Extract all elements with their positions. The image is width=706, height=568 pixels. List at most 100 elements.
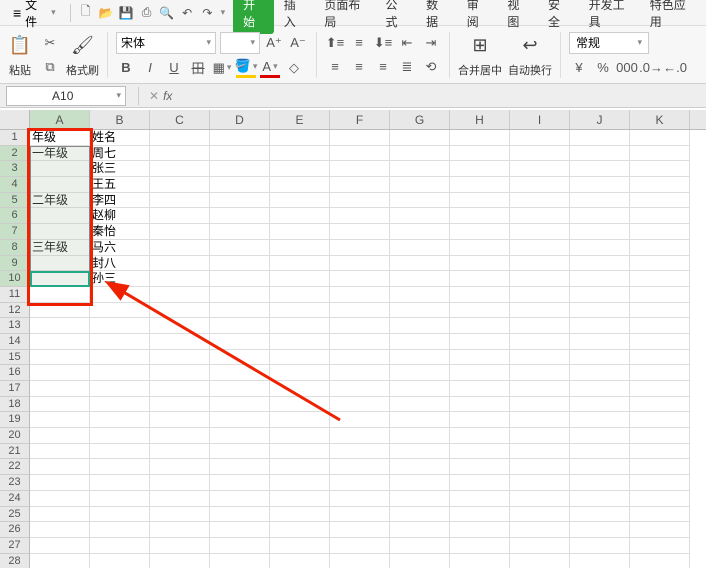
cell[interactable] bbox=[570, 193, 630, 209]
cell[interactable] bbox=[330, 177, 390, 193]
cell[interactable] bbox=[150, 475, 210, 491]
cell[interactable] bbox=[450, 397, 510, 413]
tab-start[interactable]: 开始 bbox=[233, 0, 274, 34]
increase-decimal-icon[interactable]: .0→ bbox=[641, 58, 661, 78]
cell[interactable] bbox=[510, 208, 570, 224]
col-header-D[interactable]: D bbox=[210, 110, 270, 129]
cell[interactable] bbox=[270, 193, 330, 209]
orientation-icon[interactable]: ⟲ bbox=[421, 57, 441, 77]
cell[interactable] bbox=[510, 161, 570, 177]
cell[interactable] bbox=[90, 412, 150, 428]
cell[interactable] bbox=[270, 538, 330, 554]
row-header[interactable]: 3 bbox=[0, 161, 30, 177]
cell[interactable] bbox=[150, 428, 210, 444]
cell[interactable] bbox=[210, 397, 270, 413]
cell[interactable] bbox=[390, 224, 450, 240]
cell[interactable] bbox=[90, 381, 150, 397]
cell[interactable] bbox=[510, 334, 570, 350]
cell[interactable] bbox=[330, 412, 390, 428]
cell[interactable] bbox=[570, 459, 630, 475]
cell[interactable] bbox=[570, 224, 630, 240]
cell[interactable] bbox=[270, 428, 330, 444]
row-header[interactable]: 23 bbox=[0, 475, 30, 491]
cell[interactable] bbox=[330, 334, 390, 350]
cell[interactable] bbox=[450, 287, 510, 303]
cell[interactable] bbox=[510, 444, 570, 460]
cell[interactable] bbox=[330, 428, 390, 444]
cell[interactable] bbox=[270, 208, 330, 224]
cell[interactable] bbox=[30, 256, 90, 272]
cell[interactable] bbox=[630, 146, 690, 162]
cell[interactable] bbox=[570, 350, 630, 366]
cell[interactable] bbox=[450, 475, 510, 491]
cell[interactable] bbox=[150, 240, 210, 256]
cell[interactable] bbox=[330, 507, 390, 523]
cell[interactable] bbox=[90, 459, 150, 475]
cell[interactable] bbox=[330, 271, 390, 287]
cell[interactable] bbox=[510, 397, 570, 413]
cell[interactable]: 秦怡 bbox=[90, 224, 150, 240]
cell[interactable] bbox=[630, 318, 690, 334]
cell[interactable] bbox=[510, 538, 570, 554]
cell[interactable] bbox=[330, 146, 390, 162]
row-header[interactable]: 27 bbox=[0, 538, 30, 554]
cell[interactable] bbox=[390, 240, 450, 256]
cell[interactable] bbox=[450, 428, 510, 444]
cell[interactable] bbox=[630, 208, 690, 224]
cell[interactable] bbox=[210, 381, 270, 397]
cell[interactable] bbox=[450, 224, 510, 240]
cell[interactable] bbox=[330, 287, 390, 303]
select-all-corner[interactable] bbox=[0, 110, 30, 129]
cell[interactable] bbox=[570, 491, 630, 507]
cell[interactable] bbox=[150, 303, 210, 319]
bold-button[interactable]: B bbox=[116, 58, 136, 78]
cell[interactable] bbox=[270, 130, 330, 146]
cell[interactable] bbox=[390, 303, 450, 319]
cell[interactable] bbox=[510, 146, 570, 162]
cell[interactable] bbox=[510, 428, 570, 444]
name-box[interactable]: A10 ▾ bbox=[6, 86, 126, 106]
cell[interactable] bbox=[150, 271, 210, 287]
align-middle-icon[interactable]: ≡ bbox=[349, 33, 369, 53]
cell[interactable] bbox=[210, 522, 270, 538]
cell[interactable] bbox=[210, 334, 270, 350]
cell[interactable] bbox=[450, 161, 510, 177]
cell[interactable] bbox=[390, 459, 450, 475]
cell[interactable] bbox=[270, 554, 330, 568]
cell[interactable] bbox=[210, 193, 270, 209]
cell[interactable] bbox=[30, 303, 90, 319]
col-header-G[interactable]: G bbox=[390, 110, 450, 129]
row-header[interactable]: 8 bbox=[0, 240, 30, 256]
cell[interactable] bbox=[570, 365, 630, 381]
cell[interactable] bbox=[630, 444, 690, 460]
cell[interactable] bbox=[390, 491, 450, 507]
cell[interactable] bbox=[210, 554, 270, 568]
row-header[interactable]: 16 bbox=[0, 365, 30, 381]
print-icon[interactable]: ⎙ bbox=[137, 3, 155, 23]
cell[interactable] bbox=[570, 522, 630, 538]
cell[interactable]: 封八 bbox=[90, 256, 150, 272]
cell[interactable] bbox=[330, 161, 390, 177]
cell[interactable] bbox=[450, 444, 510, 460]
cell[interactable] bbox=[630, 287, 690, 303]
align-left-icon[interactable]: ≡ bbox=[325, 57, 345, 77]
cell[interactable] bbox=[30, 491, 90, 507]
cell[interactable] bbox=[570, 161, 630, 177]
cell[interactable] bbox=[30, 318, 90, 334]
cell[interactable] bbox=[510, 507, 570, 523]
cell[interactable] bbox=[210, 318, 270, 334]
cell[interactable] bbox=[390, 507, 450, 523]
tab-view[interactable]: 视图 bbox=[497, 0, 538, 34]
cell[interactable] bbox=[450, 146, 510, 162]
cell[interactable] bbox=[510, 130, 570, 146]
cell[interactable] bbox=[330, 459, 390, 475]
cell[interactable] bbox=[90, 350, 150, 366]
cell[interactable] bbox=[630, 350, 690, 366]
cell[interactable] bbox=[630, 334, 690, 350]
row-header[interactable]: 17 bbox=[0, 381, 30, 397]
cell[interactable] bbox=[450, 334, 510, 350]
cell[interactable] bbox=[390, 193, 450, 209]
cell[interactable] bbox=[450, 538, 510, 554]
cell[interactable] bbox=[330, 256, 390, 272]
cell[interactable] bbox=[330, 208, 390, 224]
